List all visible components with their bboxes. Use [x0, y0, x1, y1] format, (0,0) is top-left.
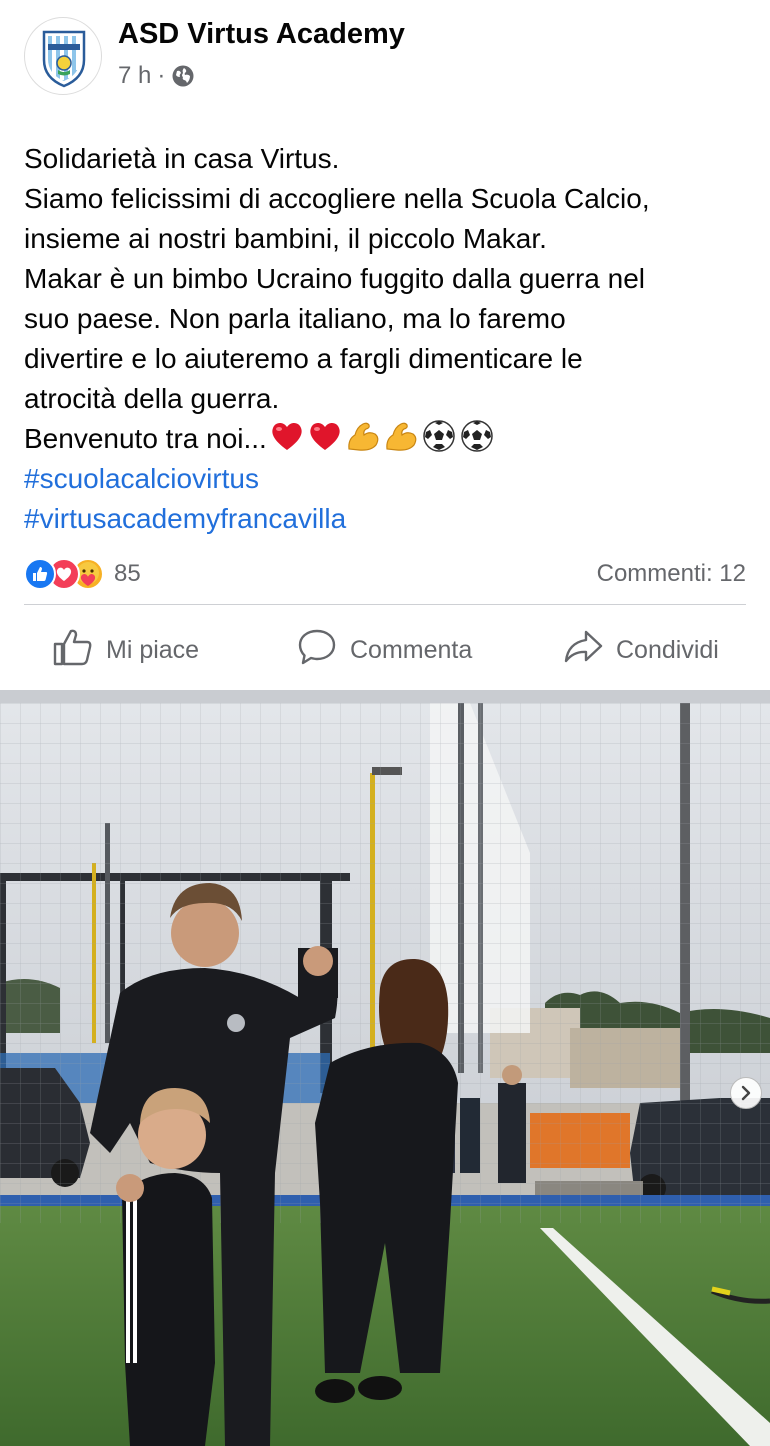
post-meta: 7 h · [118, 62, 195, 90]
hashtag-link[interactable]: #virtusacademyfrancavilla [24, 499, 754, 539]
globe-icon [171, 64, 195, 88]
meta-separator: · [157, 62, 166, 89]
post-text-line: suo paese. Non parla italiano, ma lo far… [24, 303, 566, 334]
comment-label: Commenta [350, 635, 473, 664]
football-field-scene [0, 703, 770, 1446]
emoji-row [269, 419, 495, 453]
heart-emoji [272, 422, 302, 450]
feed-separator [0, 690, 770, 703]
flexed-biceps-emoji [348, 422, 379, 451]
heart-emoji [310, 422, 340, 450]
share-label: Condividi [616, 635, 719, 664]
soccer-ball-emoji [423, 420, 455, 452]
next-photo-button[interactable] [730, 1077, 762, 1109]
welcome-line: Benvenuto tra noi... [24, 419, 754, 459]
post-header: ASD Virtus Academy 7 h · [0, 0, 770, 120]
club-crest-logo [42, 30, 86, 88]
divider [24, 604, 746, 605]
like-button[interactable]: Mi piace [52, 614, 199, 686]
post-text: Solidarietà in casa Virtus. Siamo felici… [24, 139, 754, 539]
flexed-biceps-emoji [386, 422, 417, 451]
hashtag-link[interactable]: #scuolacalciovirtus [24, 459, 754, 499]
post-time[interactable]: 7 h [118, 62, 151, 90]
share-button[interactable]: Condividi [562, 614, 719, 686]
post-photo[interactable] [0, 703, 770, 1446]
post-text-line: divertire e lo aiuteremo a fargli diment… [24, 343, 583, 374]
post-text-line: insieme ai nostri bambini, il piccolo Ma… [24, 223, 547, 254]
comment-button[interactable]: Commenta [296, 614, 472, 686]
welcome-text: Benvenuto tra noi... [24, 423, 267, 454]
like-icon [24, 558, 56, 590]
reactions-summary[interactable]: 85 [24, 556, 141, 592]
page-name[interactable]: ASD Virtus Academy [118, 18, 405, 51]
thumbs-up-icon [52, 627, 94, 674]
post-text-line: Makar è un bimbo Ucraino fuggito dalla g… [24, 263, 646, 294]
soccer-ball-emoji [461, 420, 493, 452]
share-icon [562, 627, 604, 674]
comment-icon [296, 627, 338, 674]
post-text-line: atrocità della guerra. [24, 383, 280, 414]
like-label: Mi piace [106, 635, 200, 664]
post-actions: Mi piace Commenta Condividi [0, 614, 770, 686]
post-text-line: Siamo felicissimi di accogliere nella Sc… [24, 183, 650, 214]
page-avatar[interactable] [24, 17, 102, 95]
chevron-right-icon [738, 1085, 754, 1101]
comments-count[interactable]: Commenti: 12 [597, 560, 746, 588]
post-text-line: Solidarietà in casa Virtus. [24, 143, 340, 174]
reaction-count: 85 [114, 560, 141, 587]
